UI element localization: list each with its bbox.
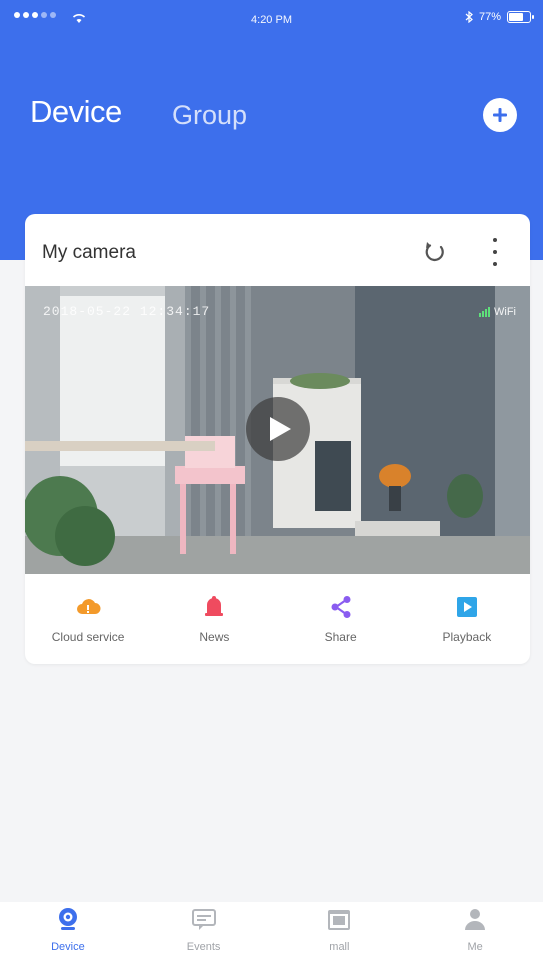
camera-name: My camera: [42, 242, 136, 263]
nav-label: mall: [329, 941, 350, 953]
nav-item-mall[interactable]: mall: [272, 902, 408, 964]
battery-fill: [509, 13, 523, 21]
status-time: 4:20 PM: [251, 14, 292, 26]
signal-label: WiFi: [494, 306, 516, 318]
news-button[interactable]: News: [151, 582, 277, 654]
signal-badge: WiFi: [479, 306, 516, 318]
nav-label: Events: [186, 941, 221, 953]
action-label: Cloud service: [51, 630, 125, 644]
nav-item-device[interactable]: Device: [0, 902, 136, 964]
person-icon: [465, 909, 486, 930]
battery-icon: [507, 11, 534, 23]
tab-device[interactable]: Device: [30, 94, 122, 130]
camera-preview[interactable]: 2018-05-22 12:34:17 WiFi: [25, 286, 530, 574]
bottom-nav: Device Events mall Me: [0, 902, 543, 964]
app-screen: 4:20 PM 77% Device Group My camera 2018-…: [0, 0, 543, 964]
video-timestamp: 2018-05-22 12:34:17: [43, 304, 211, 319]
more-vertical-icon[interactable]: [488, 236, 502, 268]
status-bar: 4:20 PM 77%: [0, 8, 543, 32]
camera-card: My camera 2018-05-22 12:34:17 WiFi Cloud…: [25, 214, 530, 664]
nav-item-events[interactable]: Events: [136, 902, 272, 964]
signal-bars-icon: [479, 307, 490, 317]
playback-icon: [456, 597, 477, 617]
play-button[interactable]: [246, 397, 310, 461]
bluetooth-icon: [465, 11, 473, 23]
camera-icon: [58, 908, 77, 930]
plus-circle-icon: [493, 108, 507, 122]
status-right: 77%: [465, 11, 534, 23]
cloud-service-button[interactable]: Cloud service: [25, 582, 151, 654]
refresh-icon[interactable]: [421, 238, 449, 266]
battery-percent: 77%: [478, 11, 501, 23]
tab-group[interactable]: Group: [172, 100, 247, 131]
action-label: Share: [324, 630, 357, 644]
share-icon: [331, 596, 351, 618]
nav-label: Device: [51, 941, 85, 953]
play-icon: [270, 417, 291, 441]
add-device-button[interactable]: [483, 98, 517, 132]
playback-button[interactable]: Playback: [404, 582, 530, 654]
shop-icon: [328, 910, 351, 930]
cloud-icon: [77, 599, 101, 614]
camera-actions: Cloud service News Share Playback: [25, 582, 530, 654]
share-button[interactable]: Share: [278, 582, 404, 654]
action-label: News: [199, 630, 230, 644]
nav-label: Me: [467, 941, 483, 953]
bell-icon: [205, 596, 224, 616]
message-icon: [191, 909, 216, 930]
nav-item-me[interactable]: Me: [407, 902, 543, 964]
action-label: Playback: [442, 630, 492, 644]
